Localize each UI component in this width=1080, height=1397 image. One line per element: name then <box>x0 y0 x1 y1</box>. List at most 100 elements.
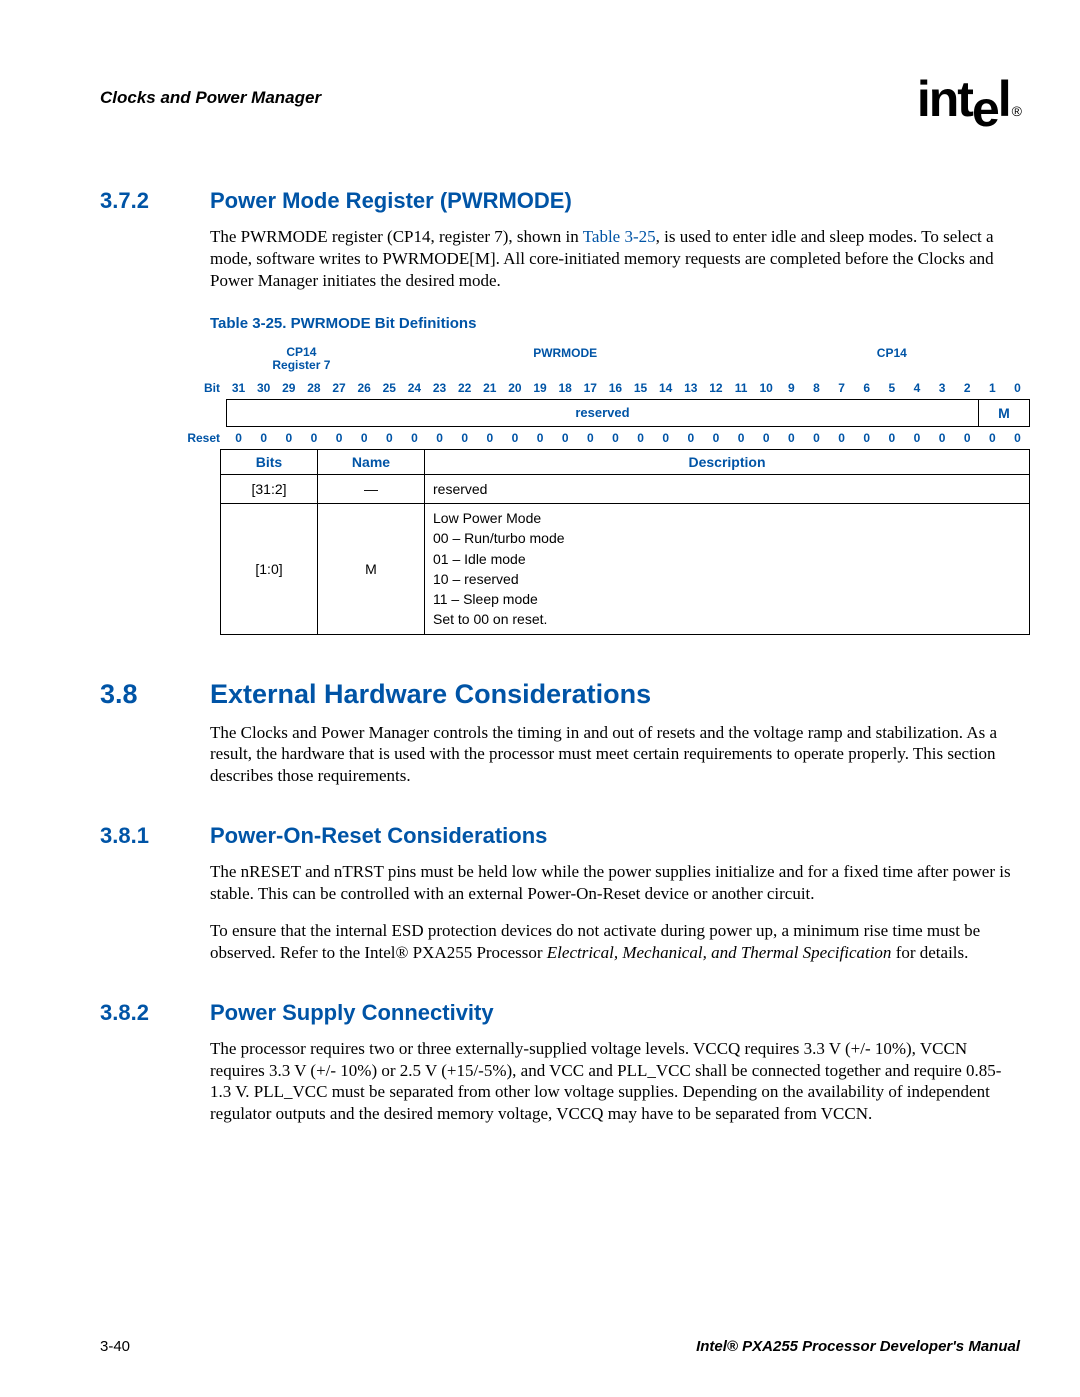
bit-number: 30 <box>251 381 276 395</box>
col-desc: Description <box>425 449 1030 474</box>
register-reset-row: Reset 00000000000000000000000000000000 <box>170 431 1030 445</box>
cell-bits: [31:2] <box>221 474 318 503</box>
page-footer: 3-40 Intel® PXA255 Processor Developer's… <box>100 1338 1020 1355</box>
reset-value: 0 <box>377 431 402 445</box>
bit-number: 3 <box>930 381 955 395</box>
reset-value: 0 <box>653 431 678 445</box>
heading-title: Power Supply Connectivity <box>210 1000 494 1026</box>
bit-number: 23 <box>427 381 452 395</box>
heading-number: 3.8.2 <box>100 1000 210 1026</box>
reset-value: 0 <box>352 431 377 445</box>
register-header-row: CP14 Register 7 PWRMODE CP14 <box>170 346 1030 372</box>
page-number: 3-40 <box>100 1338 130 1355</box>
bit-number: 16 <box>603 381 628 395</box>
bit-number: 21 <box>477 381 502 395</box>
bit-number: 18 <box>553 381 578 395</box>
reset-value: 0 <box>301 431 326 445</box>
reset-value: 0 <box>955 431 980 445</box>
heading-number: 3.8.1 <box>100 823 210 849</box>
heading-3-7-2: 3.7.2 Power Mode Register (PWRMODE) <box>100 188 1020 214</box>
bit-number: 19 <box>528 381 553 395</box>
reset-value: 0 <box>477 431 502 445</box>
reset-value: 0 <box>980 431 1005 445</box>
heading-3-8-1: 3.8.1 Power-On-Reset Considerations <box>100 823 1020 849</box>
manual-title: Intel® PXA255 Processor Developer's Manu… <box>696 1338 1020 1355</box>
reset-value: 0 <box>251 431 276 445</box>
heading-3-8-2: 3.8.2 Power Supply Connectivity <box>100 1000 1020 1026</box>
intel-logo: intel® <box>917 70 1020 128</box>
paragraph: The processor requires two or three exte… <box>210 1038 1020 1125</box>
heading-title: Power-On-Reset Considerations <box>210 823 547 849</box>
heading-title: External Hardware Considerations <box>210 679 651 710</box>
heading-number: 3.7.2 <box>100 188 210 214</box>
link-table-3-25[interactable]: Table 3-25 <box>583 227 656 246</box>
register-field-row: x reserved M <box>170 399 1030 427</box>
bit-number: 25 <box>377 381 402 395</box>
reg-top-right: CP14 <box>754 346 1030 372</box>
bit-number: 2 <box>955 381 980 395</box>
reset-value: 0 <box>854 431 879 445</box>
bit-number: 6 <box>854 381 879 395</box>
reset-value: 0 <box>528 431 553 445</box>
bit-number: 1 <box>980 381 1005 395</box>
bit-number: 9 <box>779 381 804 395</box>
register-bit-numbers: Bit 313029282726252423222120191817161514… <box>170 381 1030 395</box>
reset-value: 0 <box>628 431 653 445</box>
reset-value: 0 <box>729 431 754 445</box>
doc-title-italic: Electrical, Mechanical, and Thermal Spec… <box>547 943 892 962</box>
bit-row-label: Bit <box>170 381 226 395</box>
heading-3-8: 3.8 External Hardware Considerations <box>100 679 1020 710</box>
bit-number: 14 <box>653 381 678 395</box>
reset-value: 0 <box>879 431 904 445</box>
reg-top-left: CP14 Register 7 <box>226 346 377 372</box>
table-row: [1:0]MLow Power Mode00 – Run/turbo mode0… <box>221 503 1030 634</box>
cell-desc: reserved <box>425 474 1030 503</box>
page: Clocks and Power Manager intel® 3.7.2 Po… <box>0 0 1080 1397</box>
bit-number: 10 <box>754 381 779 395</box>
col-bits: Bits <box>221 449 318 474</box>
reset-value: 0 <box>502 431 527 445</box>
bit-number: 13 <box>678 381 703 395</box>
reset-value: 0 <box>427 431 452 445</box>
reset-value: 0 <box>754 431 779 445</box>
reset-value: 0 <box>904 431 929 445</box>
field-reserved: reserved <box>227 400 978 426</box>
bit-number: 0 <box>1005 381 1030 395</box>
reset-value: 0 <box>578 431 603 445</box>
bit-number: 31 <box>226 381 251 395</box>
reset-value: 0 <box>804 431 829 445</box>
bit-number: 4 <box>904 381 929 395</box>
reset-value: 0 <box>930 431 955 445</box>
paragraph: To ensure that the internal ESD protecti… <box>210 920 1020 964</box>
bit-number: 22 <box>452 381 477 395</box>
bit-number: 5 <box>879 381 904 395</box>
reset-value: 0 <box>452 431 477 445</box>
reset-value: 0 <box>327 431 352 445</box>
paragraph: The PWRMODE register (CP14, register 7),… <box>210 226 1020 291</box>
cell-desc: Low Power Mode00 – Run/turbo mode01 – Id… <box>425 503 1030 634</box>
reset-row-label: Reset <box>170 431 226 445</box>
bit-number: 12 <box>703 381 728 395</box>
bit-number: 7 <box>829 381 854 395</box>
register-diagram: CP14 Register 7 PWRMODE CP14 Bit 3130292… <box>170 346 1030 444</box>
table-caption: Table 3-25. PWRMODE Bit Definitions <box>210 315 1020 332</box>
paragraph: The nRESET and nTRST pins must be held l… <box>210 861 1020 905</box>
registered-mark: ® <box>1012 103 1020 119</box>
field-m: M <box>978 400 1029 426</box>
reset-value: 0 <box>678 431 703 445</box>
bit-number: 20 <box>502 381 527 395</box>
bit-number: 15 <box>628 381 653 395</box>
bit-number: 29 <box>276 381 301 395</box>
header-section-title: Clocks and Power Manager <box>100 88 321 108</box>
reset-value: 0 <box>1005 431 1030 445</box>
bit-number: 27 <box>327 381 352 395</box>
col-name: Name <box>318 449 425 474</box>
table-row: [31:2]—reserved <box>221 474 1030 503</box>
bit-number: 24 <box>402 381 427 395</box>
bit-number: 28 <box>301 381 326 395</box>
reset-value: 0 <box>603 431 628 445</box>
bit-number: 11 <box>729 381 754 395</box>
bit-number: 8 <box>804 381 829 395</box>
reg-top-mid: PWRMODE <box>377 346 754 372</box>
reset-value: 0 <box>779 431 804 445</box>
